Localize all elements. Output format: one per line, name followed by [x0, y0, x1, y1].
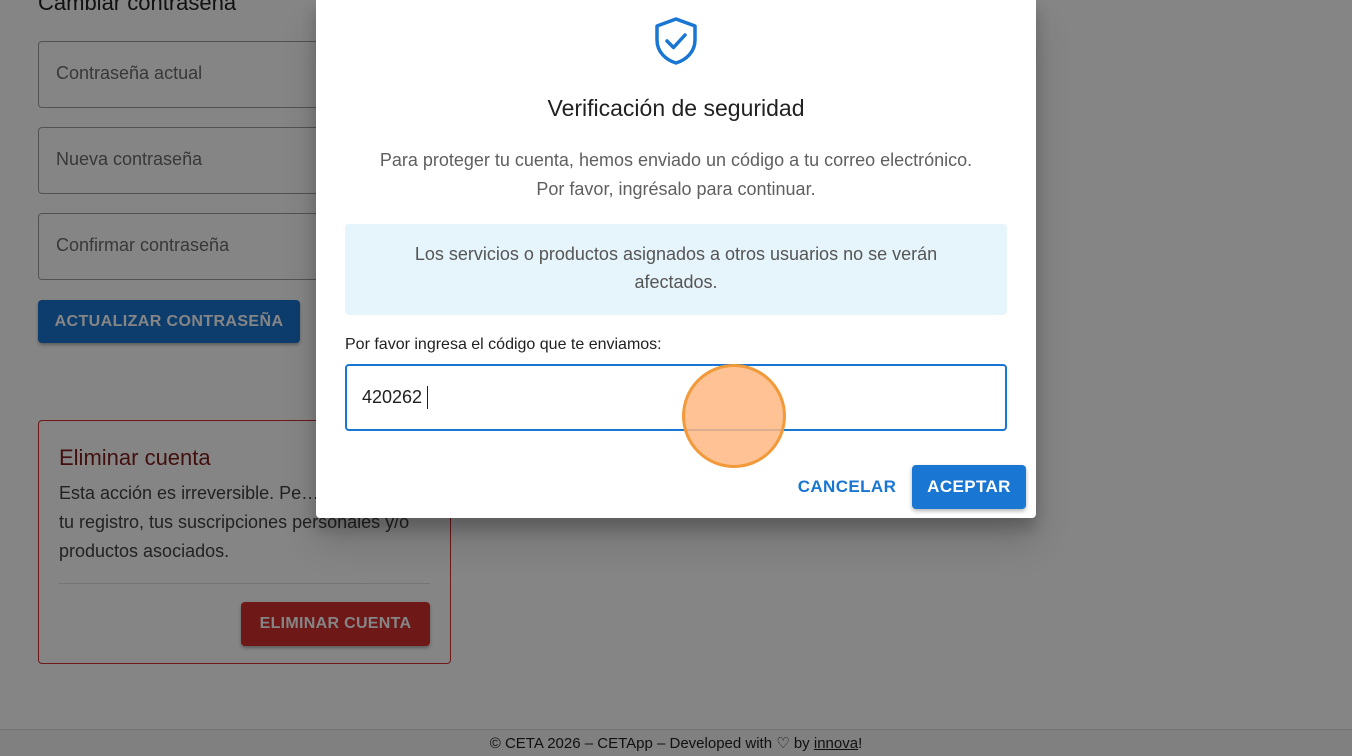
code-label: Por favor ingresa el código que te envia…	[345, 336, 662, 353]
dialog-message-line1: Para proteger tu cuenta, hemos enviado u…	[379, 150, 973, 170]
touch-indicator	[682, 364, 786, 468]
dialog-title: Verificación de seguridad	[547, 95, 805, 121]
text-caret	[427, 386, 428, 409]
security-verification-dialog: Verificación de seguridad Para proteger …	[316, 0, 1036, 518]
dialog-message: Para proteger tu cuenta, hemos enviado u…	[346, 146, 1006, 204]
dialog-message-line2: Por favor, ingrésalo para continuar.	[536, 179, 816, 199]
shield-check-icon	[655, 17, 697, 65]
verification-code-input[interactable]	[345, 364, 1007, 431]
info-alert: Los servicios o productos asignados a ot…	[345, 224, 1007, 315]
cancel-button[interactable]: CANCELAR	[791, 466, 903, 508]
accept-button[interactable]: ACEPTAR	[912, 465, 1026, 509]
